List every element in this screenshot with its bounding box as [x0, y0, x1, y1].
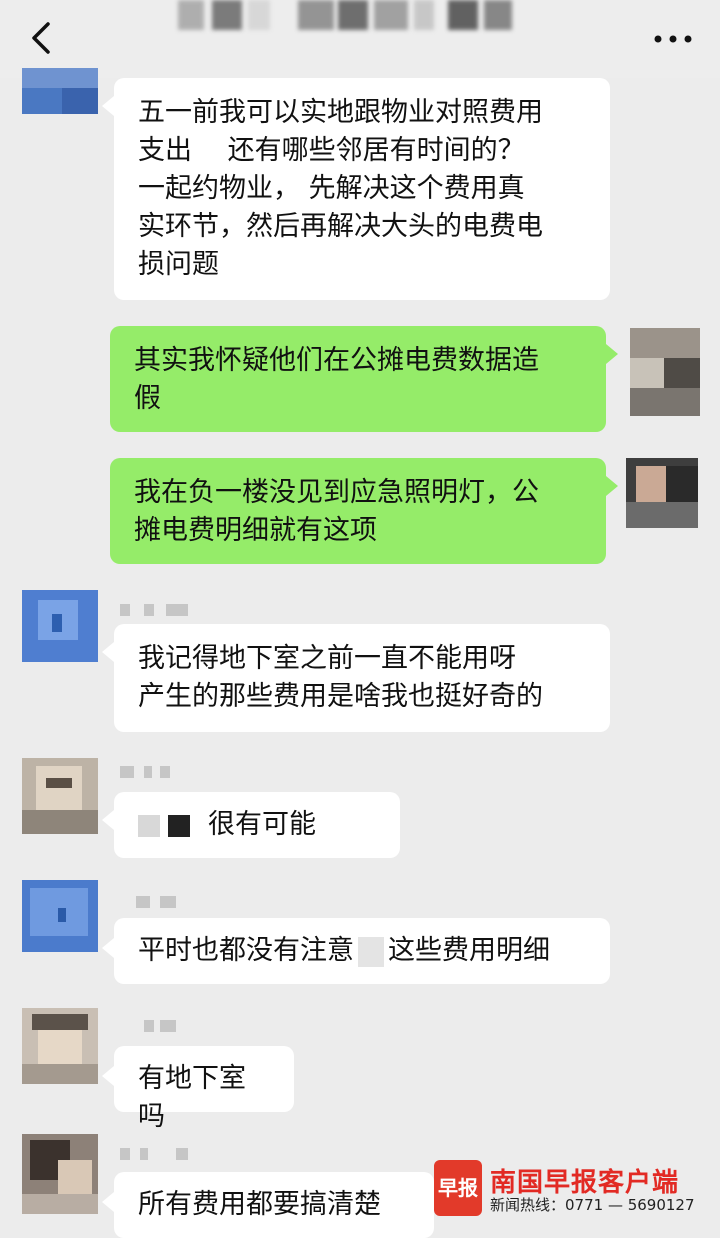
message-text: 这些费用明细: [388, 935, 550, 966]
message-bubble[interactable]: 五一前我可以实地跟物业对照费用 支出 还有哪些邻居有时间的？ 一起约物业， 先解…: [114, 78, 610, 300]
chevron-left-icon[interactable]: [22, 18, 62, 58]
chat-header: [0, 0, 720, 78]
bubble-tail: [102, 642, 114, 662]
message-text-line: 损问题: [138, 249, 219, 280]
message-bubble[interactable]: 所有费用都要搞清楚: [114, 1172, 434, 1238]
more-dots-icon[interactable]: [648, 24, 698, 54]
message-text-line: 其实我怀疑他们在公摊电费数据造: [134, 345, 539, 376]
avatar[interactable]: [22, 1008, 98, 1084]
message-text-line: 我在负一楼没见到应急照明灯，公: [134, 477, 539, 508]
message-text-line: 摊电费明细就有这项: [134, 515, 377, 546]
sender-name-blurred: [120, 766, 200, 780]
avatar[interactable]: [630, 328, 700, 416]
avatar[interactable]: [22, 1134, 98, 1214]
message-text-line: 我记得地下室之前一直不能用呀: [138, 643, 516, 674]
bubble-tail: [606, 344, 618, 364]
bubble-tail: [102, 1066, 114, 1086]
bubble-tail: [102, 938, 114, 958]
message-text-line: 假: [134, 383, 161, 414]
avatar[interactable]: [22, 758, 98, 834]
message-text-line: 五一前我可以实地跟物业对照费用: [138, 97, 543, 128]
avatar[interactable]: [22, 880, 98, 952]
message-text: 所有费用都要搞清楚: [138, 1189, 381, 1220]
watermark-hotline: 新闻热线：0771 — 5690127: [490, 1196, 695, 1214]
watermark: 早报 南国早报客户端 新闻热线：0771 — 5690127: [434, 1160, 714, 1218]
message-text-line: 产生的那些费用是啥我也挺好奇的: [138, 681, 543, 712]
message-text-line: 支出 还有哪些邻居有时间的？: [138, 135, 525, 166]
message-bubble[interactable]: 平时也都没有注意 这些费用明细: [114, 918, 610, 984]
avatar[interactable]: [22, 68, 98, 114]
avatar[interactable]: [626, 458, 698, 528]
message-text: 平时也都没有注意: [138, 935, 354, 966]
redacted-mosaic: [168, 814, 190, 837]
bubble-tail: [102, 810, 114, 830]
message-bubble[interactable]: 我记得地下室之前一直不能用呀 产生的那些费用是啥我也挺好奇的: [114, 624, 610, 732]
message-text: 很有可能: [208, 809, 316, 840]
message-bubble[interactable]: 很有可能: [114, 792, 400, 858]
watermark-logo: 早报: [434, 1160, 482, 1216]
message-text: 有地下室吗: [138, 1063, 246, 1132]
message-bubble[interactable]: 我在负一楼没见到应急照明灯，公 摊电费明细就有这项: [110, 458, 606, 564]
chat-title-blurred: [178, 0, 538, 46]
message-bubble[interactable]: 其实我怀疑他们在公摊电费数据造 假: [110, 326, 606, 432]
sender-name-blurred: [120, 896, 200, 910]
redacted-mosaic: [358, 936, 384, 967]
sender-name-blurred: [120, 1148, 200, 1162]
bubble-tail: [606, 476, 618, 496]
message-text-line: 一起约物业， 先解决这个费用真: [138, 173, 525, 204]
bubble-tail: [102, 96, 114, 116]
sender-name-blurred: [120, 1020, 200, 1034]
redacted-mosaic: [138, 814, 160, 837]
avatar[interactable]: [22, 590, 98, 662]
message-bubble[interactable]: 有地下室吗: [114, 1046, 294, 1132]
sender-name-blurred: [120, 604, 200, 618]
bubble-tail: [102, 1192, 114, 1212]
message-text-line: 实环节，然后再解决大头的电费电: [138, 211, 543, 242]
